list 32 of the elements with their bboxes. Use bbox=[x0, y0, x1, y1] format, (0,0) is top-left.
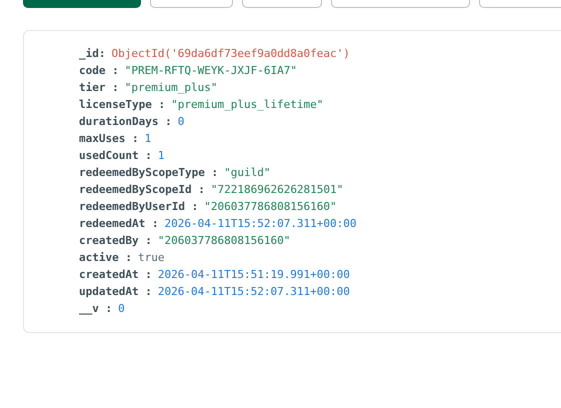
field-name: redeemedAt : bbox=[79, 216, 158, 232]
field-name: updatedAt : bbox=[79, 284, 152, 300]
field-value: 2026-04-11T15:51:19.991+00:00 bbox=[158, 267, 350, 283]
field-name: tier : bbox=[79, 80, 119, 96]
field-name: redeemedByUserId : bbox=[79, 199, 198, 215]
field-name: createdAt : bbox=[79, 267, 152, 283]
field-value: 1 bbox=[144, 131, 152, 147]
field-name: durationDays : bbox=[79, 114, 172, 130]
field-value: "206037786808156160" bbox=[158, 233, 290, 249]
field-name: redeemedByScopeType : bbox=[79, 165, 218, 181]
field-name: maxUses : bbox=[79, 131, 139, 147]
field-name: licenseType : bbox=[79, 97, 166, 113]
field-value: "206037786808156160" bbox=[204, 199, 337, 215]
field-value: "guild" bbox=[224, 165, 270, 181]
field-name: usedCount : bbox=[79, 148, 152, 164]
field-name: __v : bbox=[79, 301, 112, 317]
field-value: ObjectId('69da6df73eef9a0dd8a0feac') bbox=[112, 46, 350, 62]
field-name: _id: bbox=[79, 46, 106, 62]
field-value: 2026-04-11T15:52:07.311+00:00 bbox=[158, 284, 350, 300]
field-value: 0 bbox=[178, 114, 184, 130]
field-name: redeemedByScopeId : bbox=[79, 182, 205, 198]
field-value: "premium_plus" bbox=[124, 80, 218, 96]
field-value: 1 bbox=[158, 148, 164, 164]
field-name: createdBy : bbox=[79, 233, 152, 249]
field-value: "722186962626281501" bbox=[210, 182, 344, 198]
field-name: active : bbox=[79, 250, 132, 266]
field-value: 0 bbox=[118, 301, 125, 317]
field-value: true bbox=[138, 250, 164, 266]
field-value: "premium_plus_lifetime" bbox=[171, 97, 324, 113]
field-name: code : bbox=[79, 63, 119, 79]
field-value: 2026-04-11T15:52:07.311+00:00 bbox=[164, 216, 357, 232]
field-value: "PREM-RFTQ-WEYK-JXJF-6IA7" bbox=[124, 63, 297, 79]
